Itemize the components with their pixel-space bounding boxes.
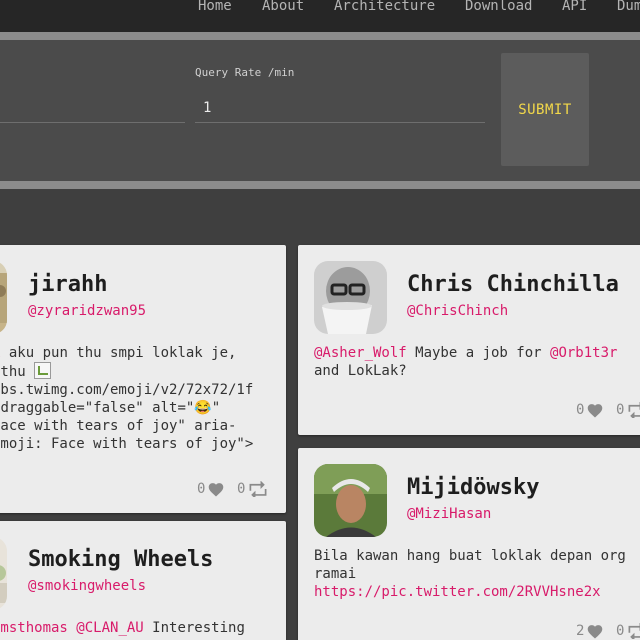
avatar xyxy=(314,261,387,334)
nav-api-link[interactable]: API xyxy=(562,0,587,14)
retweet-count[interactable]: 0 xyxy=(616,402,640,418)
nav-architecture-link[interactable]: Architecture xyxy=(334,0,435,14)
like-count[interactable]: 2 xyxy=(576,623,604,639)
user-name: jirahh xyxy=(28,272,108,297)
like-count[interactable]: 0 xyxy=(197,481,225,497)
tweet-text-line: Bila kawan hang buat loklak depan org ra… xyxy=(314,548,626,582)
like-count[interactable]: 0 xyxy=(576,402,604,418)
divider xyxy=(0,181,640,189)
tweet-mention[interactable]: @Asher_Wolf xyxy=(314,345,407,361)
avatar xyxy=(314,464,387,537)
tweet-mention[interactable]: @CLAN_AU xyxy=(76,620,143,636)
tweet-text-line: Maybe a job for xyxy=(406,345,551,361)
heart-icon xyxy=(588,404,603,418)
avatar xyxy=(0,261,7,334)
tweet-text: amsthomas @CLAN_AU Interesting xyxy=(0,619,286,637)
retweet-icon xyxy=(628,623,640,639)
retweet-count[interactable]: 0 xyxy=(237,481,269,497)
tweet-text-line: Interesting xyxy=(143,620,245,636)
retweet-icon xyxy=(628,402,640,418)
nav-download-link[interactable]: Download xyxy=(465,0,532,14)
retweet-icon xyxy=(249,481,267,497)
heart-icon xyxy=(209,483,224,497)
user-handle[interactable]: @ChrisChinch xyxy=(407,302,508,320)
top-navigation: Home About Architecture Download API Dum xyxy=(0,0,640,32)
query-rate-label: Query Rate /min xyxy=(195,66,295,79)
tweet-card: Smoking Wheels @smokingwheels amsthomas … xyxy=(0,521,286,640)
user-name: Smoking Wheels xyxy=(28,547,214,572)
retweet-count-value: 0 xyxy=(616,402,625,418)
query-rate-input[interactable] xyxy=(203,98,483,118)
user-handle[interactable]: @smokingwheels xyxy=(28,577,146,595)
submit-button[interactable]: SUBMIT xyxy=(501,53,589,166)
retweet-count-value: 0 xyxy=(616,623,625,639)
user-handle[interactable]: @zyraridzwan95 xyxy=(28,302,146,320)
tweet-link[interactable]: https://pic.twitter.com/2RVVHsne2x xyxy=(314,584,601,600)
tweet-text: Bila kawan hang buat loklak depan org ra… xyxy=(314,547,640,601)
like-count-value: 0 xyxy=(197,481,206,497)
retweet-count[interactable]: 0 xyxy=(616,623,640,639)
tweet-text-line: and LokLak? xyxy=(314,363,407,379)
tweet-text-line: tthu xyxy=(0,364,26,380)
nav-dump-link[interactable]: Dum xyxy=(617,0,640,14)
like-count-value: 0 xyxy=(576,402,585,418)
tweet-text-line: aku pun thu smpi loklak je, xyxy=(0,345,237,361)
search-field-underline xyxy=(0,122,185,123)
tweet-text: @Asher_Wolf Maybe a job for @Orb1t3r and… xyxy=(314,344,634,380)
broken-image-icon xyxy=(34,362,52,379)
like-count-value: 2 xyxy=(576,623,585,639)
search-field[interactable] xyxy=(0,90,185,122)
nav-home-link[interactable]: Home xyxy=(198,0,232,14)
user-name: Mijidöwsky xyxy=(407,475,540,500)
divider xyxy=(0,32,640,40)
nav-about-link[interactable]: About xyxy=(262,0,304,14)
query-rate-underline xyxy=(195,122,485,123)
tweet-card: Mijidöwsky @MiziHasan Bila kawan hang bu… xyxy=(298,448,640,640)
user-handle[interactable]: @MiziHasan xyxy=(407,505,491,523)
tweet-card: jirahh @zyraridzwan95 k aku pun thu smpi… xyxy=(0,245,286,513)
user-name: Chris Chinchilla xyxy=(407,272,619,297)
tweet-text: k aku pun thu smpi loklak je, tthu abs.t… xyxy=(0,344,282,453)
tweet-text-rest: abs.twimg.com/emoji/v2/72x72/1f draggabl… xyxy=(0,382,254,452)
tweet-mention[interactable]: amsthomas xyxy=(0,620,68,636)
tweet-card: Chris Chinchilla @ChrisChinch @Asher_Wol… xyxy=(298,245,640,435)
retweet-count-value: 0 xyxy=(237,481,246,497)
tweet-mention[interactable]: @Orb1t3r xyxy=(550,345,617,361)
heart-icon xyxy=(588,625,603,639)
avatar xyxy=(0,537,7,610)
